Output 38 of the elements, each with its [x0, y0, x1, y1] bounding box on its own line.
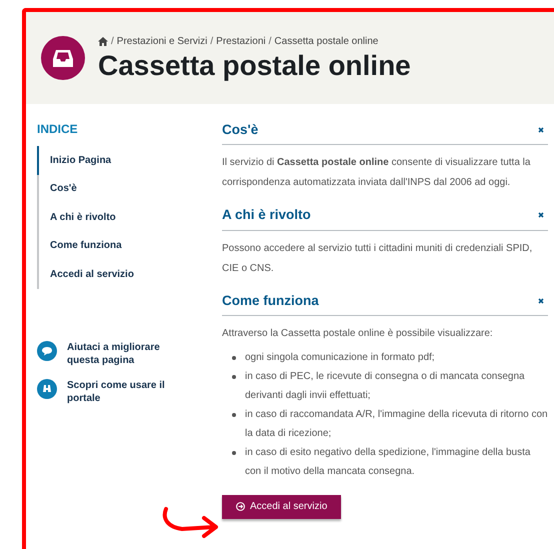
breadcrumb-link[interactable]: Cassetta postale online: [274, 34, 378, 48]
breadcrumb-separator: /: [268, 34, 272, 48]
arrow-circle-icon: [236, 502, 245, 512]
section-heading[interactable]: Come funziona: [222, 290, 319, 311]
page-title: Cassetta postale online: [98, 49, 411, 83]
access-service-button[interactable]: Accedi al servizio: [222, 494, 342, 519]
breadcrumb-link[interactable]: Prestazioni: [216, 34, 266, 48]
collapse-icon[interactable]: [538, 127, 544, 134]
bullet-icon: [232, 374, 236, 379]
home-icon[interactable]: [98, 36, 108, 46]
section-heading[interactable]: A chi è rivolto: [222, 205, 311, 226]
index-heading: INDICE: [37, 121, 79, 138]
collapse-icon[interactable]: [538, 212, 544, 218]
index-link[interactable]: Accedi al servizio: [37, 260, 222, 288]
breadcrumb-separator: /: [111, 34, 114, 48]
list-item: in caso di raccomandata A/R, l'immagine della ricevuta di ritorno con la data di ricezione;: [245, 408, 548, 441]
bullet-icon: [232, 450, 236, 455]
breadcrumb-link[interactable]: Prestazioni e Servizi: [116, 34, 208, 48]
bullet-icon: [232, 356, 236, 360]
index-link[interactable]: Inizio Pagina: [37, 146, 222, 174]
index-link[interactable]: Cos'è: [37, 174, 222, 203]
speech-bubble-icon: [37, 340, 57, 360]
list-item: ogni singola comunicazione in formato pdf;: [245, 350, 435, 365]
binoculars-icon: [37, 378, 57, 398]
bullet-icon: [232, 412, 236, 417]
list-item: in caso di PEC, le ricevute di consegna o di mancata consegna derivanti dagli invii effettuati;: [245, 370, 526, 403]
paragraph: Possono accedere al servizio tutti i cittadini muniti di credenziali SPID, CIE o CNS.: [222, 242, 534, 276]
collapse-icon[interactable]: [538, 298, 544, 304]
inbox-icon: [41, 36, 85, 80]
breadcrumb-separator: /: [210, 34, 214, 48]
index-link[interactable]: Come funziona: [37, 232, 222, 260]
section-heading[interactable]: Cos'è: [222, 120, 258, 140]
paragraph: Il servizio di Cassetta postale online consente di visualizzare tutta la corrispondenza automatizzata inviata dall'INPS dal 2006 ad oggi.: [222, 156, 532, 190]
help-link[interactable]: Aiutaci a migliorare questa pagina: [67, 340, 177, 366]
paragraph: Attraverso la Cassetta postale online è possibile visualizzare:: [222, 326, 494, 341]
index-link[interactable]: A chi è rivolto: [37, 203, 222, 232]
help-link[interactable]: Scopri come usare il portale: [67, 378, 177, 404]
list-item: in caso di esito negativo della spedizione, l'immagine della busta con il motivo della mancata consegna.: [245, 446, 532, 479]
